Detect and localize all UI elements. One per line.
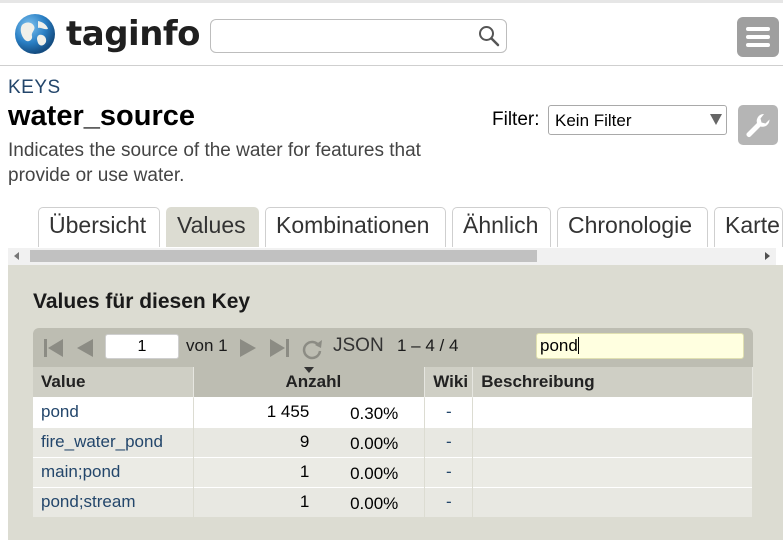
filter-select[interactable]: Kein Filter (548, 105, 727, 135)
table-row: pond;stream 1 0.00% - (33, 486, 753, 517)
filter-label: Filter: (492, 109, 540, 130)
chevron-down-icon (710, 114, 722, 125)
breadcrumb[interactable]: KEYS (8, 77, 61, 99)
count-value: 9 (299, 432, 310, 451)
count-cell: 1 0.00% (193, 486, 426, 517)
column-header-count[interactable]: Anzahl (193, 367, 426, 397)
count-value: 1 (299, 462, 310, 481)
search-box[interactable] (210, 19, 507, 53)
result-range: 1 – 4 / 4 (397, 336, 459, 355)
hamburger-line (746, 43, 770, 47)
magnifier-icon[interactable] (478, 25, 500, 47)
first-page-icon[interactable] (43, 338, 65, 358)
sort-desc-icon (304, 367, 315, 373)
tab-combinations[interactable]: Kombinationen (265, 207, 446, 247)
value-link[interactable]: pond;stream (33, 486, 195, 517)
next-page-icon[interactable] (238, 338, 258, 358)
tab-label: Übersicht (49, 212, 147, 238)
quick-search-input[interactable]: pond (536, 333, 744, 359)
prev-page-icon[interactable] (75, 338, 95, 358)
json-link[interactable]: JSON (333, 335, 384, 357)
tab-values[interactable]: Values (166, 207, 259, 247)
description-cell (472, 456, 753, 487)
page-total-label: von 1 (186, 336, 228, 355)
value-link[interactable]: pond (33, 396, 195, 427)
scrollbar-thumb[interactable] (30, 250, 537, 262)
wiki-cell: - (424, 486, 474, 517)
count-percent: 0.00% (350, 463, 399, 483)
last-page-icon[interactable] (268, 338, 290, 358)
tab-label: Chronologie (568, 212, 693, 238)
text-caret (577, 337, 579, 354)
value-link[interactable]: main;pond (33, 456, 195, 487)
wiki-cell: - (424, 396, 474, 427)
values-panel: Values für diesen Key 1 von 1 JSON 1 – 4… (8, 265, 783, 540)
column-header-wiki[interactable]: Wiki (424, 367, 474, 397)
tabs-scrollbar[interactable] (8, 248, 776, 265)
count-value: 1 455 (266, 402, 310, 421)
logo-text: taginfo (66, 14, 201, 54)
table-row: pond 1 455 0.30% - (33, 396, 753, 427)
tab-map[interactable]: Karte (714, 207, 783, 247)
scroll-left-icon[interactable] (14, 252, 19, 260)
column-header-count-label: Anzahl (285, 371, 342, 391)
tools-button[interactable] (738, 105, 778, 145)
tab-chronology[interactable]: Chronologie (557, 207, 708, 247)
tab-label: Kombinationen (276, 212, 430, 238)
hamburger-menu-button[interactable] (737, 17, 779, 57)
description-cell (472, 426, 753, 457)
tab-similar[interactable]: Ähnlich (452, 207, 551, 247)
count-cell: 1 0.00% (193, 456, 426, 487)
table-row: main;pond 1 0.00% - (33, 456, 753, 487)
count-percent: 0.30% (350, 403, 399, 423)
column-header-value[interactable]: Value (33, 367, 195, 397)
count-percent: 0.00% (350, 433, 399, 453)
wiki-cell: - (424, 456, 474, 487)
count-cell: 1 455 0.30% (193, 396, 426, 427)
hamburger-line (746, 35, 770, 39)
hamburger-menu-icon (746, 27, 770, 31)
key-description: Indicates the source of the water for fe… (8, 140, 421, 186)
table-pager: 1 von 1 JSON 1 – 4 / 4 pond (33, 328, 753, 367)
tab-overview[interactable]: Übersicht (38, 207, 160, 247)
refresh-icon[interactable] (301, 338, 323, 360)
values-table: Value Anzahl Wiki Beschreibung pond 1 45… (33, 367, 753, 517)
quick-search-value: pond (540, 336, 578, 355)
tab-label: Values (177, 212, 246, 238)
panel-title: Values für diesen Key (33, 290, 251, 313)
tab-label: Karte (725, 212, 780, 238)
wrench-icon (746, 113, 770, 137)
wiki-cell: - (424, 426, 474, 457)
column-header-description[interactable]: Beschreibung (472, 367, 753, 397)
count-percent: 0.00% (350, 493, 399, 513)
tab-label: Ähnlich (463, 212, 539, 238)
table-header-row: Value Anzahl Wiki Beschreibung (33, 367, 753, 397)
count-value: 1 (299, 492, 310, 512)
scroll-right-icon[interactable] (765, 252, 770, 260)
description-cell (472, 396, 753, 427)
value-link[interactable]: fire_water_pond (33, 426, 195, 457)
count-cell: 9 0.00% (193, 426, 426, 457)
globe-icon (15, 14, 55, 54)
site-logo[interactable]: taginfo (14, 13, 201, 55)
page-title: water_source (8, 100, 195, 132)
top-bar: taginfo (0, 0, 783, 66)
table-row: fire_water_pond 9 0.00% - (33, 426, 753, 457)
filter-selected-value: Kein Filter (555, 111, 632, 130)
page-number-input[interactable]: 1 (105, 334, 179, 359)
search-input[interactable] (219, 20, 469, 52)
description-cell (472, 486, 753, 517)
